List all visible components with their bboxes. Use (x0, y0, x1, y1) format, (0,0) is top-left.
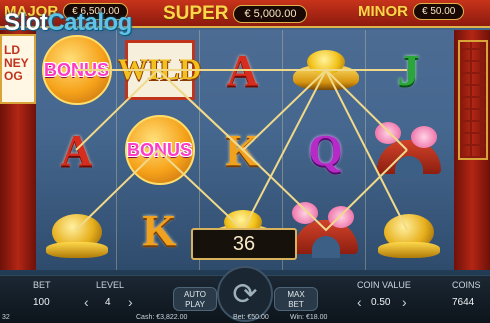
jackpot-minor-value: € 50.00 (413, 3, 465, 20)
letter-q: Q (308, 125, 343, 175)
letter-k: K (225, 125, 260, 175)
reel-4: Q (285, 30, 366, 270)
lattice-window (458, 40, 488, 160)
symbol-ingot-toad (36, 190, 117, 270)
money-toad-icon (377, 202, 440, 258)
money-toad-icon (45, 202, 108, 258)
symbol-j: J (368, 30, 449, 110)
bet-value: 100 (33, 297, 50, 308)
coin-value-decrease-arrow-icon[interactable]: ‹ (357, 294, 362, 310)
coin-value-increase-arrow-icon[interactable]: › (402, 294, 407, 310)
win-amount-display: 36 (191, 228, 297, 260)
bet-label: BET (33, 280, 51, 290)
level-value: 4 (105, 297, 111, 308)
watermark-part-2: Catalog (47, 9, 132, 36)
max-bet-line-2: BET (288, 300, 304, 309)
reel-2: WILD BONUS K (118, 30, 201, 270)
win-total: Win: €18.00 (290, 314, 328, 321)
reel-5: J (368, 30, 449, 270)
coins-value: 7644 (452, 297, 475, 308)
max-bet-line-1: MAX (287, 290, 305, 299)
spin-arrows-icon: ⟳ (232, 277, 258, 311)
level-label: LEVEL (96, 280, 125, 290)
bonus-label: BONUS (126, 139, 192, 160)
symbol-wild: WILD (118, 30, 201, 110)
reels-area: BONUS A WILD BONUS K A K Q J 36 (36, 30, 454, 270)
autoplay-line-1: AUTO (183, 290, 207, 299)
symbol-bridge (368, 110, 449, 190)
wild-label: WILD (117, 53, 202, 86)
coin-value-value: 0.50 (371, 297, 391, 308)
jackpot-super-value: € 5,000.00 (233, 5, 308, 23)
symbol-bonus: BONUS (119, 110, 200, 190)
letter-j: J (397, 45, 420, 95)
letter-a: A (60, 125, 93, 175)
cash-balance: Cash: €3,822.00 (136, 314, 188, 321)
jackpot-super-label: SUPER (163, 3, 229, 24)
bonus-label: BONUS (43, 59, 109, 80)
level-increase-arrow-icon[interactable]: › (128, 294, 133, 310)
symbol-bridge (285, 190, 366, 270)
max-bet-button[interactable]: MAX BET (274, 287, 318, 311)
bridge-blossom-icon (290, 202, 362, 258)
left-corner-value: 32 (2, 314, 10, 321)
watermark-part-1: Slot (4, 9, 48, 36)
bridge-blossom-icon (373, 122, 445, 178)
symbol-gold-ingot (285, 30, 366, 110)
autoplay-button[interactable]: AUTO PLAY (173, 287, 217, 311)
symbol-bonus: BONUS (36, 30, 117, 110)
logo-line-3: OG (4, 69, 23, 83)
bet-amount: Bet: €50.00 (233, 314, 269, 321)
site-watermark: SlotCatalog (4, 9, 132, 37)
letter-k: K (142, 205, 177, 255)
bonus-coin-icon: BONUS (124, 115, 195, 185)
bonus-coin-icon: BONUS (41, 35, 112, 105)
jackpot-super: SUPER € 5,000.00 (163, 3, 308, 25)
win-amount: 36 (232, 232, 256, 255)
letter-a: A (226, 45, 259, 95)
symbol-k: K (119, 190, 200, 270)
jackpot-minor: MINOR € 50.00 (358, 3, 465, 20)
jackpot-minor-label: MINOR (358, 3, 408, 20)
coin-value-label: COIN VALUE (357, 280, 411, 290)
wild-icon: WILD (118, 40, 201, 100)
symbol-a: A (36, 110, 117, 190)
autoplay-line-2: PLAY (185, 300, 205, 309)
coins-label: COINS (452, 280, 481, 290)
gold-ingot-icon (292, 50, 359, 90)
game-logo: LD NEY OG (0, 34, 36, 104)
symbol-q: Q (285, 110, 366, 190)
symbol-a: A (202, 30, 283, 110)
reel-1: BONUS A (36, 30, 117, 270)
symbol-ingot-toad (368, 190, 449, 270)
level-decrease-arrow-icon[interactable]: ‹ (84, 294, 89, 310)
symbol-k: K (202, 110, 283, 190)
